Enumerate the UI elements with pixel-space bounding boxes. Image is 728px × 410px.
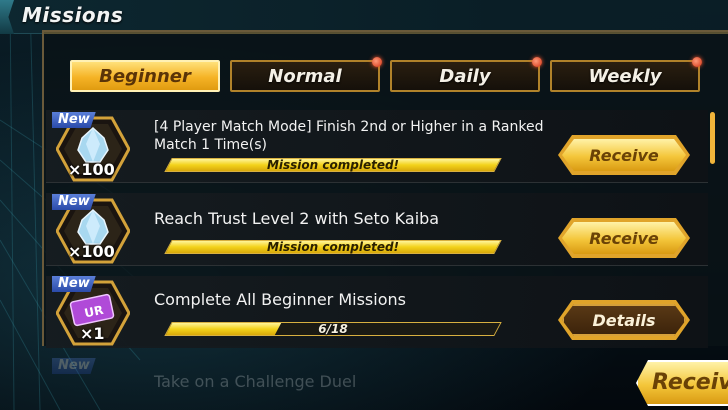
new-badge: New (52, 112, 96, 128)
notification-dot-icon (692, 57, 702, 67)
reward-quantity: ×1 (80, 324, 105, 343)
mission-description-line1: [4 Player Match Mode] Finish 2nd or High… (154, 119, 544, 135)
mission-description-line2: Match 1 Time(s) (154, 137, 268, 153)
receive-button-label: Receive (589, 228, 659, 248)
tab-weekly[interactable]: Weekly (550, 57, 702, 92)
scrollbar[interactable] (710, 112, 715, 164)
reward-quantity: ×100 (68, 242, 115, 261)
new-badge: New (52, 358, 96, 374)
progress-label: Mission completed! (266, 158, 400, 172)
mission-description: Reach Trust Level 2 with Seto Kaiba (154, 209, 440, 228)
details-button[interactable]: Details (562, 304, 686, 336)
tab-weekly-label: Weekly (588, 65, 662, 87)
mission-description: [4 Player Match Mode] Finish 2nd or High… (154, 118, 543, 154)
tab-normal-label: Normal (268, 65, 342, 87)
tab-daily[interactable]: Daily (390, 57, 542, 92)
details-button-label: Details (592, 310, 656, 330)
mission-description: Take on a Challenge Duel (154, 372, 357, 391)
tab-beginner-label: Beginner (99, 65, 191, 87)
tab-daily-label: Daily (439, 65, 491, 87)
receive-button[interactable]: Receive (562, 222, 686, 254)
notification-dot-icon (532, 57, 542, 67)
receive-button[interactable]: Receive (562, 139, 686, 171)
mission-description: Complete All Beginner Missions (154, 290, 406, 309)
new-badge: New (52, 276, 96, 292)
panel-border-glow (44, 32, 728, 34)
tab-beginner[interactable]: Beginner (70, 60, 220, 92)
receive-all-button[interactable]: Receive (636, 360, 728, 406)
new-badge: New (52, 194, 96, 210)
receive-button-label: Receive (589, 145, 659, 165)
notification-dot-icon (372, 57, 382, 67)
receive-all-button-label: Receive (652, 370, 728, 395)
page-title: Missions (22, 3, 124, 27)
tab-normal[interactable]: Normal (230, 57, 382, 92)
progress-label: Mission completed! (266, 240, 400, 254)
progress-label: 6/18 (318, 322, 348, 336)
row-divider (46, 182, 708, 183)
reward-quantity: ×100 (68, 160, 115, 179)
row-divider (46, 265, 708, 266)
mission-row-faded: New Take on a Challenge Duel (46, 346, 646, 410)
